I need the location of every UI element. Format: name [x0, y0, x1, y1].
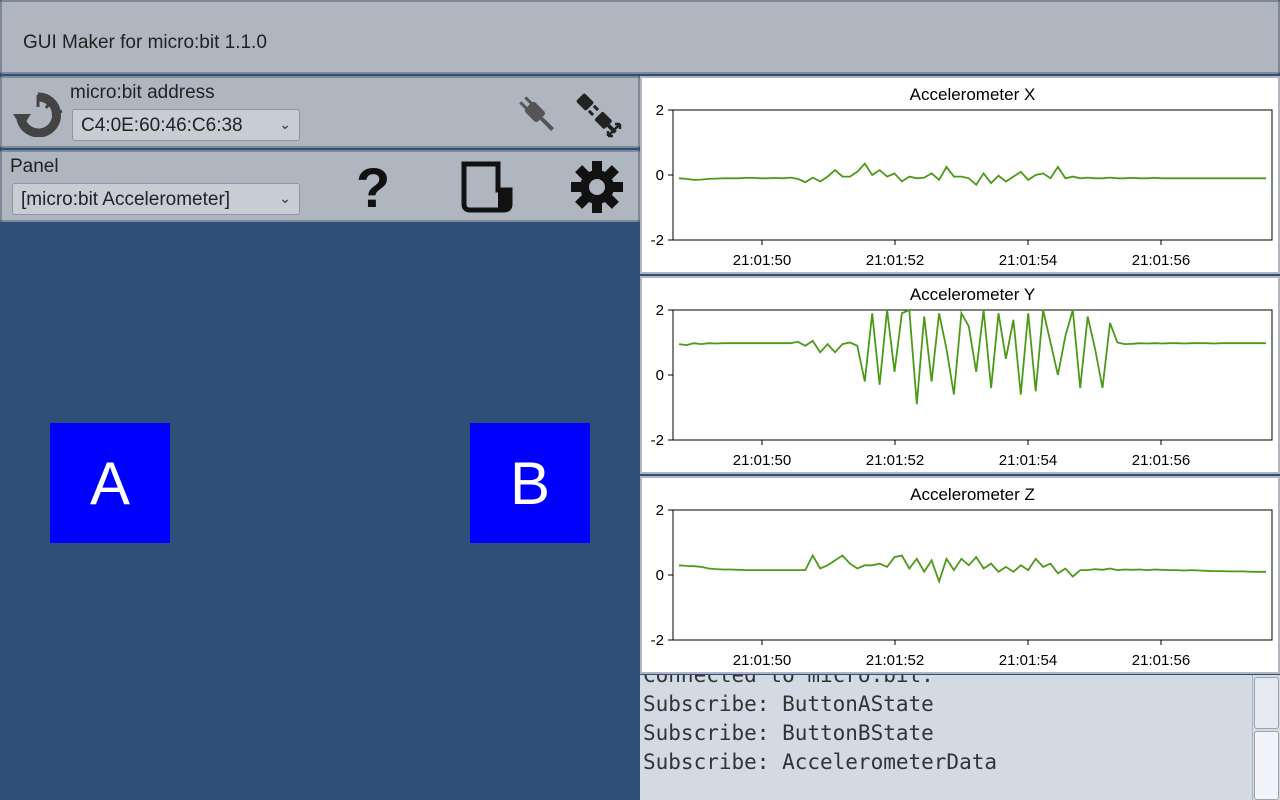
button-a[interactable]: A: [50, 423, 170, 543]
x-tick-label: 21:01:50: [733, 252, 791, 269]
address-value: C4:0E:60:46:C6:38: [81, 115, 243, 136]
x-tick-label: 21:01:54: [999, 452, 1057, 469]
x-tick-label: 21:01:50: [733, 652, 791, 669]
y-tick-label: 0: [656, 367, 664, 384]
y-tick-label: 2: [656, 502, 664, 519]
button-b[interactable]: B: [470, 423, 590, 543]
chart-y-svg: Accelerometer Y 2 0 -2 21:01:50 21:01:52 21:01…: [651, 285, 1273, 469]
y-tick-label: -2: [651, 232, 664, 249]
panel-dropdown[interactable]: [micro:bit Accelerometer] ⌄: [12, 183, 300, 215]
plug-disconnect-icon[interactable]: [568, 86, 626, 147]
panel-label: Panel: [10, 156, 59, 177]
button-a-label: A: [89, 449, 131, 517]
y-tick-label: 0: [656, 167, 664, 184]
chart-accelerometer-z: Accelerometer Z 2 0 -2 21:01:50 21:01:52 21:01…: [640, 476, 1280, 674]
app-title: GUI Maker for micro:bit 1.1.0: [23, 32, 267, 53]
plot-frame: [672, 509, 1273, 641]
log-line: Subscribe: AccelerometerData: [643, 750, 998, 774]
document-icon[interactable]: [460, 160, 514, 219]
log-line: Connected to micro:bit.: [643, 675, 934, 687]
series-line: [678, 553, 1266, 585]
scrollbar-track-up[interactable]: [1254, 677, 1279, 729]
log-console[interactable]: Connected to micro:bit. Subscribe: Butto…: [640, 675, 1280, 800]
y-tick-label: -2: [651, 432, 664, 449]
plot-frame: [672, 109, 1273, 241]
app-window: GUI Maker for micro:bit 1.1.0 micro:bit …: [0, 0, 1280, 800]
address-dropdown[interactable]: C4:0E:60:46:C6:38 ⌄: [72, 109, 300, 141]
x-tick-label: 21:01:56: [1132, 252, 1190, 269]
chart-x-svg: Accelerometer X 2 0 -2 21:01:50 21:01:52 21:01…: [651, 85, 1273, 269]
chart-title: Accelerometer X: [910, 85, 1036, 104]
x-tick-label: 21:01:52: [866, 652, 924, 669]
address-label: micro:bit address: [70, 82, 215, 103]
chart-title: Accelerometer Y: [910, 285, 1035, 304]
x-tick-label: 21:01:56: [1132, 652, 1190, 669]
x-tick-label: 21:01:50: [733, 452, 791, 469]
chevron-down-icon: ⌄: [279, 116, 291, 132]
title-bar: GUI Maker for micro:bit 1.1.0: [0, 0, 1280, 74]
chart-z-svg: Accelerometer Z 2 0 -2 21:01:50 21:01:52 21:01…: [651, 485, 1273, 669]
series-line: [678, 308, 1266, 405]
chart-title: Accelerometer Z: [910, 485, 1035, 504]
connection-panel: micro:bit address C4:0E:60:46:C6:38 ⌄: [0, 76, 640, 148]
refresh-icon[interactable]: [12, 91, 64, 142]
y-tick-label: -2: [651, 632, 664, 649]
x-tick-label: 21:01:56: [1132, 452, 1190, 469]
button-b-label: B: [509, 449, 551, 517]
x-tick-label: 21:01:52: [866, 452, 924, 469]
log-line: Subscribe: ButtonBState: [643, 721, 934, 745]
x-tick-label: 21:01:54: [999, 652, 1057, 669]
y-tick-label: 2: [656, 302, 664, 319]
log-scrollbar[interactable]: [1252, 675, 1280, 800]
log-lines: Connected to micro:bit. Subscribe: Butto…: [643, 675, 997, 777]
chevron-down-icon: ⌄: [279, 190, 291, 206]
y-tick-label: 0: [656, 567, 664, 584]
help-icon[interactable]: ?: [356, 158, 390, 218]
chart-accelerometer-y: Accelerometer Y 2 0 -2 21:01:50 21:01:52 21:01…: [640, 276, 1280, 474]
y-tick-label: 2: [656, 102, 664, 119]
plot-frame: [672, 309, 1273, 441]
panel-value: [micro:bit Accelerometer]: [21, 189, 231, 210]
series-line: [678, 162, 1266, 187]
scrollbar-thumb[interactable]: [1254, 731, 1279, 800]
x-tick-label: 21:01:54: [999, 252, 1057, 269]
x-tick-label: 21:01:52: [866, 252, 924, 269]
plug-connect-icon[interactable]: [510, 88, 564, 145]
chart-accelerometer-x: Accelerometer X 2 0 -2 21:01:50 21:01:52 21:01…: [640, 76, 1280, 274]
gear-icon[interactable]: [570, 160, 624, 219]
log-line: Subscribe: ButtonAState: [643, 692, 934, 716]
panel-selector: Panel [micro:bit Accelerometer] ⌄ ?: [0, 150, 640, 222]
